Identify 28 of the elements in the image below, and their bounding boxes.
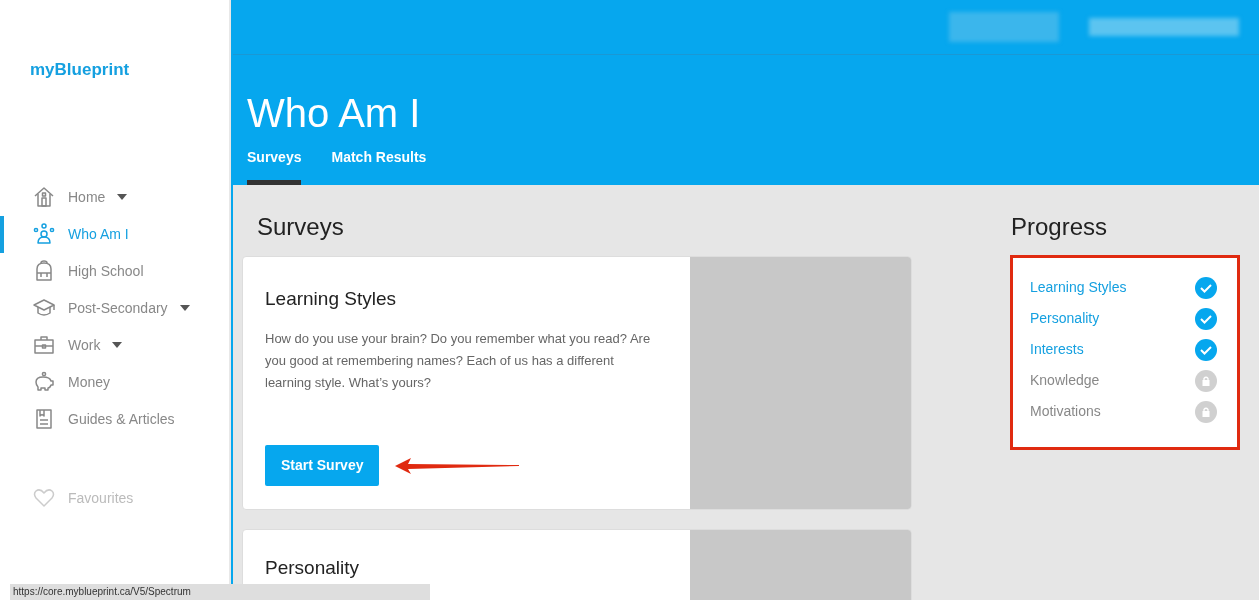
briefcase-icon <box>32 333 56 357</box>
nav-item[interactable]: High School <box>0 252 229 290</box>
card-title: Learning Styles <box>265 287 396 311</box>
nav-item[interactable]: Favourites <box>0 479 229 517</box>
card-description: How do you use your brain? Do you remember what you read? Are you good at remembering names? Each of us has a different learning style. What’s yours? <box>265 329 652 392</box>
house-icon <box>32 185 56 209</box>
progress-item[interactable]: Learning Styles <box>1030 277 1127 298</box>
nav-item[interactable]: Post-Secondary <box>0 289 229 327</box>
start-survey-button[interactable]: Start Survey <box>265 445 380 486</box>
progress-item[interactable]: Interests <box>1030 339 1084 360</box>
status-bar-url: https://core.myblueprint.ca/V5/Spectrum <box>10 584 430 600</box>
section-heading: Surveys <box>257 212 344 242</box>
nav-item[interactable]: Work <box>0 326 229 364</box>
nav-item[interactable]: Home <box>0 178 229 216</box>
piggy-bank-icon <box>32 370 56 394</box>
progress-item[interactable]: Personality <box>1030 308 1100 329</box>
tab[interactable]: Surveys <box>247 137 302 185</box>
brand-logo[interactable]: myBlueprint <box>30 57 130 83</box>
progress-item[interactable]: Knowledge <box>1030 370 1100 391</box>
nav-item[interactable]: Money <box>0 363 229 401</box>
section-heading: Progress <box>1011 212 1108 242</box>
page-title: Who Am I <box>247 90 421 137</box>
card-title: Personality <box>265 556 359 580</box>
nav-item[interactable]: Guides & Articles <box>0 400 229 438</box>
progress-item[interactable]: Motivations <box>1030 401 1101 422</box>
tab[interactable]: Match Results <box>331 137 427 185</box>
heart-icon <box>32 486 56 510</box>
people-icon <box>32 222 56 246</box>
